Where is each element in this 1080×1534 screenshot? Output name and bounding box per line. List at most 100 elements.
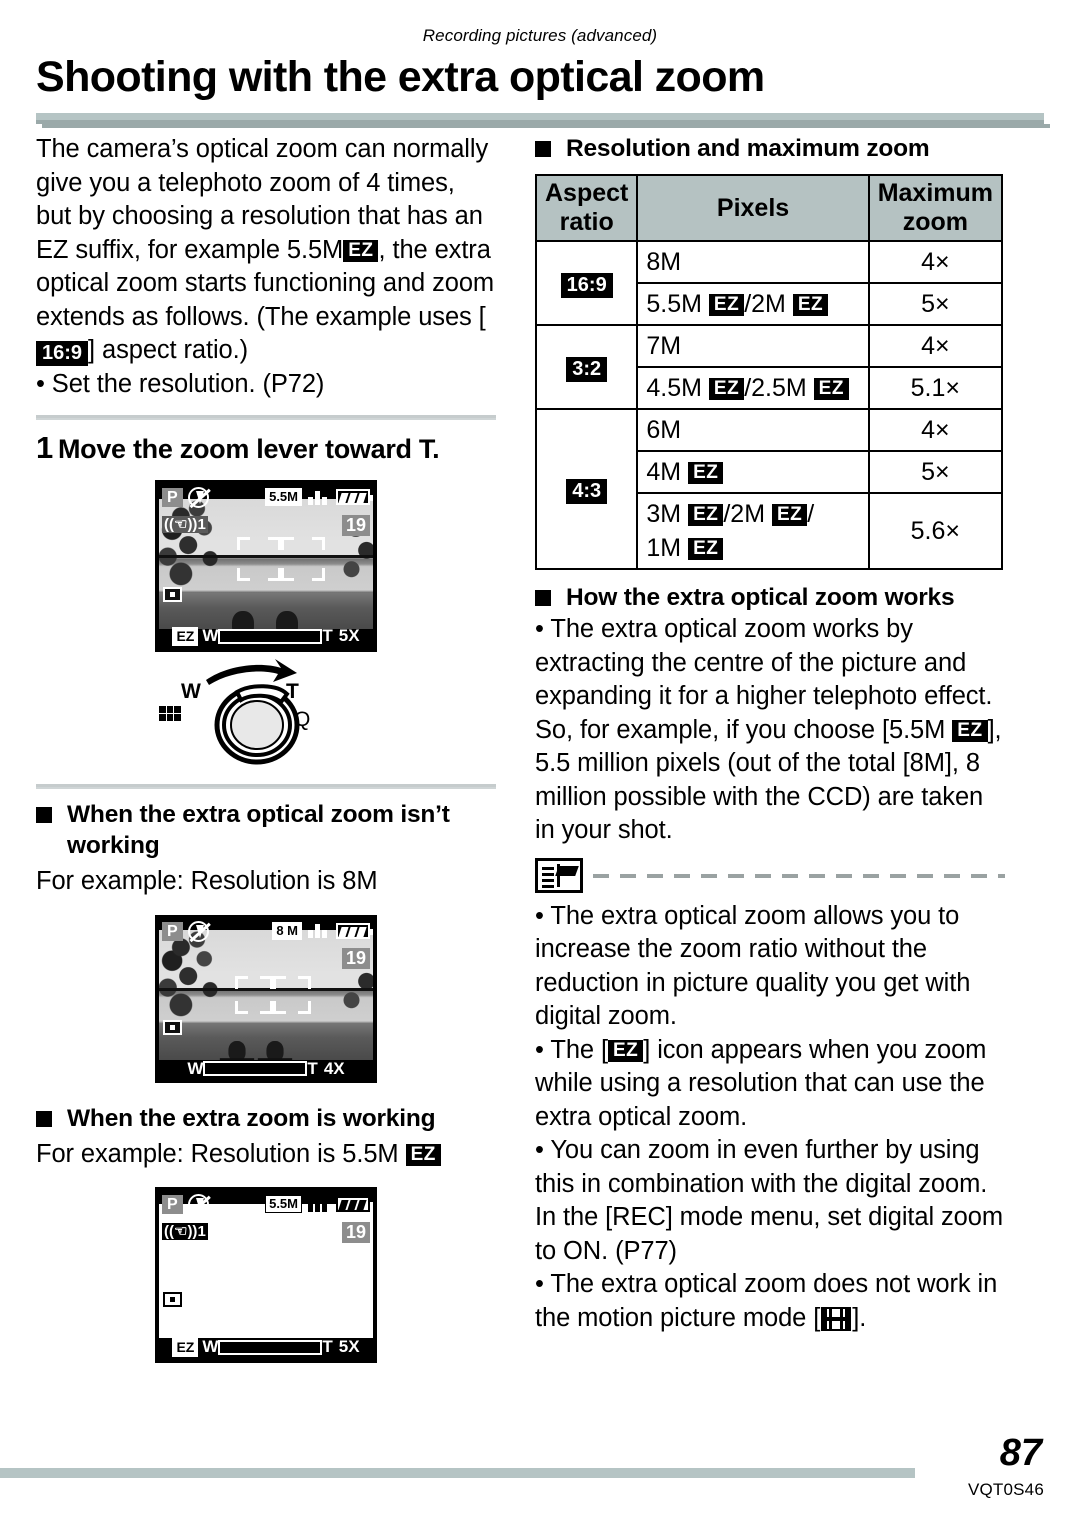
zoom-lever-diagram: W T Q bbox=[151, 656, 381, 766]
osd-metering bbox=[163, 1019, 182, 1040]
note-2: • The [EZ] icon appears when you zoom wh… bbox=[535, 1034, 1005, 1135]
pixels-cell: 4M EZ bbox=[636, 450, 870, 494]
quality-fine-icon bbox=[308, 923, 330, 938]
zoom-bar-row: EZ W T 5X bbox=[156, 1337, 376, 1357]
aspect-ratio-cell: 4:3 bbox=[534, 408, 639, 570]
battery-full-icon bbox=[336, 922, 373, 939]
osd-top-right: 8 M bbox=[272, 921, 373, 940]
aspect-ratio-cell: 3:2 bbox=[534, 324, 639, 410]
osd-top-left: P bbox=[162, 1194, 209, 1215]
maximum-zoom-cell: 5.6× bbox=[867, 492, 1004, 570]
shots-remaining: 19 bbox=[341, 1222, 370, 1243]
intro-text-3: ] aspect ratio.) bbox=[88, 336, 248, 364]
zoom-wide-label: W bbox=[202, 1337, 219, 1356]
lcd-zoom-t: P 5.5M ((☜))1 19 EZ W T 5X bbox=[155, 480, 377, 652]
heading-not-working-line1: When the extra optical zoom isn’t bbox=[67, 801, 450, 828]
pixels-cell: 3M EZ/2M EZ/1M EZ bbox=[636, 492, 870, 570]
pixels-text: 1M bbox=[646, 534, 689, 562]
table-head: Aspect ratio Pixels Maximum zoom bbox=[534, 174, 1004, 242]
divider-rule-2 bbox=[36, 784, 496, 789]
pixels-cell: 8M bbox=[636, 240, 870, 284]
ez-badge: EZ bbox=[708, 294, 745, 316]
intro-paragraph: The camera’s optical zoom can normally g… bbox=[36, 133, 496, 368]
pixels-cell: 7M bbox=[636, 324, 870, 368]
zoom-bar-row: W T 4X bbox=[156, 1059, 376, 1079]
how-text-1: • The extra optical zoom works by extrac… bbox=[535, 615, 993, 744]
osd-shots: 19 bbox=[341, 515, 370, 536]
pixels-text: 7M bbox=[646, 332, 682, 360]
osd-top-right: 5.5M bbox=[265, 488, 373, 506]
pixels-text: 4.5M bbox=[646, 374, 709, 402]
resolution-zoom-table: Aspect ratio Pixels Maximum zoom 16:9 8M 4… bbox=[534, 174, 1004, 570]
note-4: • The extra optical zoom does not work i… bbox=[535, 1268, 1005, 1335]
flash-off-icon bbox=[187, 1194, 209, 1215]
mode-indicator: P bbox=[162, 921, 183, 941]
heading-resolution-table: Resolution and maximum zoom bbox=[535, 133, 1005, 164]
heading-working: When the extra zoom is working bbox=[36, 1103, 496, 1134]
stabilizer-mode: 1 bbox=[197, 1223, 206, 1240]
how-it-works-paragraph: • The extra optical zoom works by extrac… bbox=[535, 613, 1005, 848]
osd-shots: 19 bbox=[341, 947, 370, 969]
foliage-left bbox=[159, 499, 232, 596]
maximum-zoom-cell: 5× bbox=[867, 282, 1004, 326]
zoom-bar-row: EZ W T 5X bbox=[156, 626, 376, 646]
stabilizer-icon: ((☜))1 bbox=[162, 516, 208, 533]
pixels-text: 8M bbox=[646, 248, 682, 276]
note-4-prefix: • The extra optical zoom does not work i… bbox=[535, 1270, 998, 1332]
motion-picture-mode-icon bbox=[821, 1306, 852, 1331]
lever-wide-label: W bbox=[181, 680, 201, 703]
note-divider bbox=[535, 857, 1005, 894]
af-frame-left bbox=[237, 537, 281, 581]
heading-not-working-line2: working bbox=[67, 832, 160, 859]
stabilizer-mode: 1 bbox=[197, 516, 206, 533]
rotate-arrow-icon bbox=[206, 659, 297, 685]
quality-fine-icon bbox=[308, 490, 330, 505]
spot-metering-icon bbox=[163, 587, 182, 602]
table-row: 16:9 8M 4× bbox=[534, 240, 1004, 326]
pixels-text: 6M bbox=[646, 416, 682, 444]
ez-badge: EZ bbox=[688, 504, 724, 526]
person-head bbox=[266, 1041, 284, 1060]
quality-fine-icon bbox=[308, 1197, 330, 1212]
pixels-cell: 5.5M EZ/2M EZ bbox=[636, 282, 870, 326]
pixels-cell: 6M bbox=[636, 408, 870, 452]
col-header-pixels: Pixels bbox=[636, 174, 870, 242]
table-row: 4:3 6M 4× bbox=[534, 408, 1004, 570]
osd-metering bbox=[163, 587, 182, 607]
battery-full-icon bbox=[336, 489, 373, 505]
resolution-badge: 5.5M bbox=[265, 488, 302, 506]
zoom-tele-label: T bbox=[322, 626, 333, 645]
osd-metering bbox=[163, 1292, 182, 1312]
document-page: Recording pictures (advanced) Shooting w… bbox=[0, 0, 1080, 1534]
zoom-wide-label: W bbox=[202, 626, 219, 645]
step-1-heading: 1 Move the zoom lever toward T. bbox=[36, 430, 496, 466]
pixels-cell: 4.5M EZ/2.5M EZ bbox=[636, 366, 870, 410]
note-3: • You can zoom in even further by using … bbox=[535, 1136, 1003, 1265]
divider-rule-1 bbox=[36, 415, 496, 420]
zoom-value: 4X bbox=[323, 1058, 345, 1078]
col-header-aspect-ratio: Aspect ratio bbox=[534, 174, 639, 242]
heading-not-working: When the extra optical zoom isn’t workin… bbox=[36, 799, 496, 861]
step-label: Move the zoom lever toward T. bbox=[57, 434, 440, 464]
heading-how-it-works: How the extra optical zoom works bbox=[535, 582, 1005, 613]
shots-remaining: 19 bbox=[341, 515, 370, 536]
maximum-zoom-cell: 5× bbox=[867, 450, 1004, 494]
ez-badge: EZ bbox=[607, 1039, 644, 1062]
osd-stabilizer: ((☜))1 bbox=[162, 1222, 208, 1241]
pixels-text: 5.5M bbox=[646, 290, 709, 318]
aspect-ratio-badge: 4:3 bbox=[566, 479, 608, 504]
stabilizer-icon: ((☜))1 bbox=[162, 1223, 208, 1240]
zoom-bar-track bbox=[218, 628, 323, 644]
pixels-text: /2M bbox=[723, 500, 772, 528]
mode-indicator: P bbox=[162, 488, 183, 507]
zoom-lever-svg bbox=[206, 659, 300, 765]
ground bbox=[159, 592, 373, 629]
zoom-tele-label: T bbox=[322, 1337, 333, 1356]
resolution-badge: 5.5M bbox=[265, 1195, 302, 1213]
spot-metering-icon bbox=[163, 1019, 182, 1035]
osd-top-right: 5.5M bbox=[265, 1195, 373, 1213]
note-book-icon bbox=[535, 857, 583, 893]
example-8m: For example: Resolution is 8M bbox=[36, 867, 378, 895]
table-body: 16:9 8M 4× 5.5M EZ/2M EZ 5× 3:2 7M 4× 4.5M EZ/2.… bbox=[534, 240, 1004, 570]
zoom-value: 5X bbox=[338, 626, 360, 645]
